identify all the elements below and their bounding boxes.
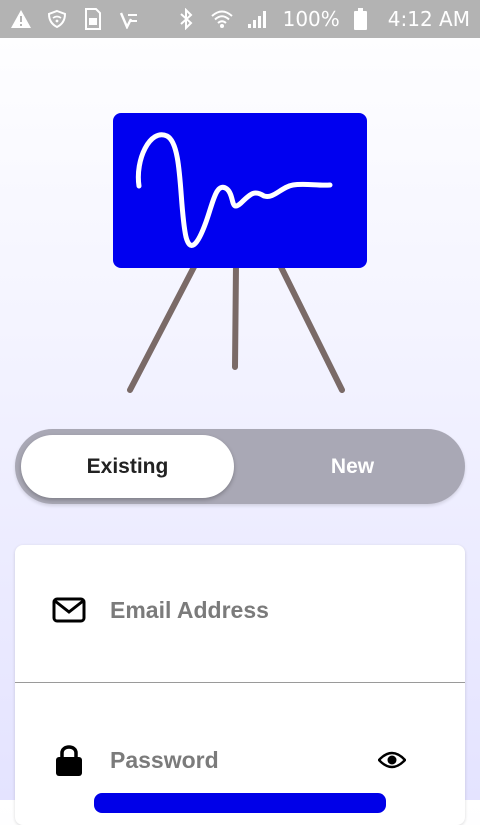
password-field-row	[15, 715, 465, 805]
eye-icon[interactable]	[377, 745, 407, 775]
tab-existing[interactable]: Existing	[21, 435, 234, 498]
signature-easel-illustration	[113, 113, 367, 393]
account-type-toggle: Existing New	[15, 429, 465, 504]
field-divider	[15, 682, 465, 683]
lock-icon	[51, 742, 87, 778]
email-input[interactable]	[110, 590, 380, 630]
email-field-row	[15, 565, 465, 655]
login-button[interactable]	[94, 793, 386, 813]
tab-new[interactable]: New	[246, 435, 459, 498]
envelope-icon	[51, 592, 87, 628]
easel-board	[113, 113, 367, 268]
login-form-card	[15, 545, 465, 825]
password-input[interactable]	[110, 740, 380, 780]
easel-legs	[127, 262, 345, 393]
